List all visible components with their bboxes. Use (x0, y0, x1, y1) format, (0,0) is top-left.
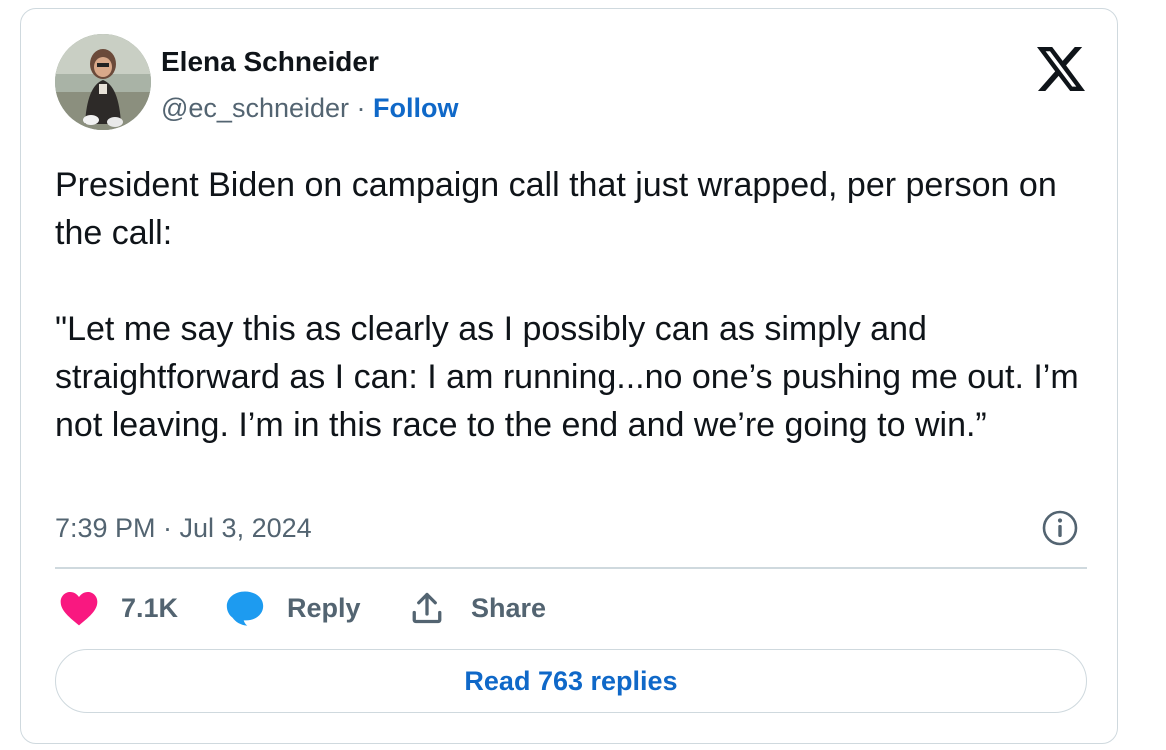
read-replies-button[interactable]: Read 763 replies (55, 649, 1087, 713)
share-button[interactable]: Share (409, 585, 546, 631)
tweet-paragraph-2: "Let me say this as clearly as I possibl… (55, 310, 1089, 444)
info-icon[interactable] (1041, 509, 1079, 547)
author-name[interactable]: Elena Schneider (161, 45, 379, 79)
tweet-embed-card: Elena Schneider @ec_schneider · Follow P… (20, 8, 1118, 744)
like-button[interactable]: 7.1K (59, 585, 178, 631)
tweet-text: President Biden on campaign call that ju… (55, 161, 1095, 449)
meta-separator: · (349, 93, 374, 123)
like-count: 7.1K (121, 592, 179, 623)
author-meta: @ec_schneider · Follow (161, 91, 459, 125)
author-handle[interactable]: @ec_schneider (161, 93, 349, 123)
divider (55, 567, 1087, 569)
reply-button[interactable]: Reply (225, 585, 361, 631)
profile-photo-icon (55, 34, 151, 130)
speech-bubble-icon (226, 591, 264, 626)
tweet-paragraph-1: President Biden on campaign call that ju… (55, 166, 1067, 252)
share-label: Share (471, 592, 547, 623)
share-upload-icon (412, 592, 442, 624)
author-avatar[interactable] (55, 34, 151, 130)
heart-icon (60, 591, 98, 626)
follow-link[interactable]: Follow (373, 93, 458, 123)
x-logo-icon[interactable] (1037, 47, 1085, 91)
reply-label: Reply (287, 592, 361, 623)
tweet-timestamp[interactable]: 7:39 PM · Jul 3, 2024 (55, 511, 312, 545)
